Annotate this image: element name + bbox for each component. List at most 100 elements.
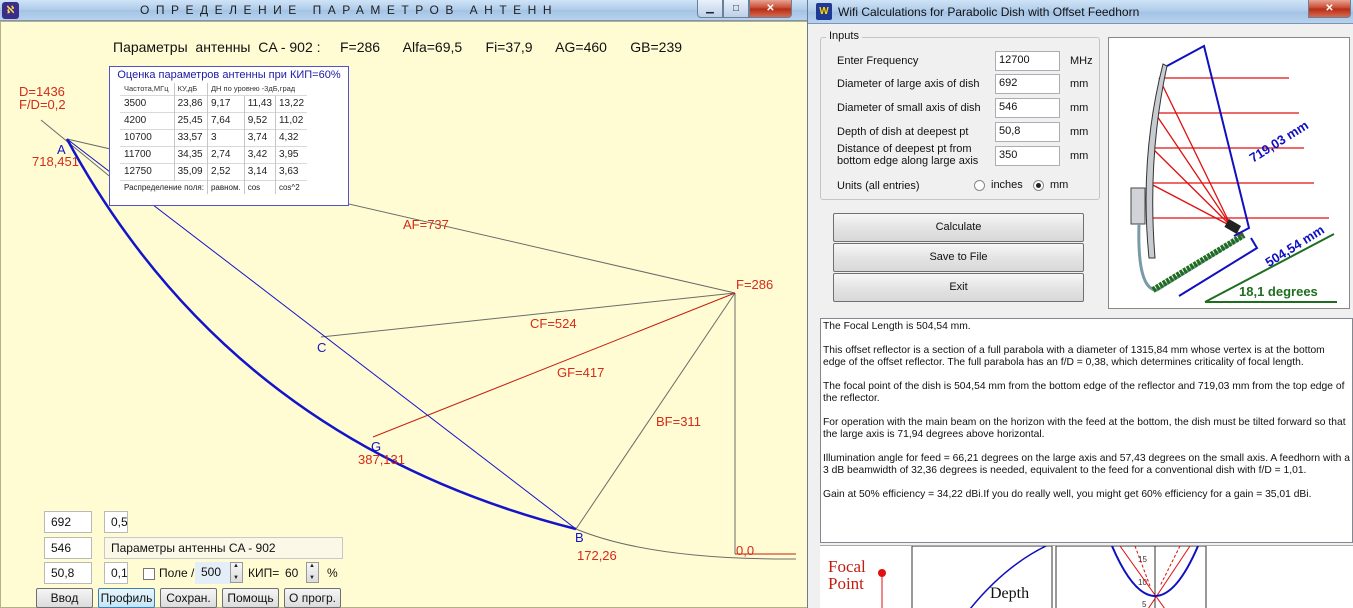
depth-unit: mm: [1070, 126, 1089, 138]
exit-button[interactable]: Exit: [833, 273, 1084, 302]
kip-value[interactable]: 60: [285, 566, 298, 580]
result-paragraph: This offset reflector is a section of a …: [823, 345, 1325, 368]
small-axis-label: Diameter of small axis of dish: [837, 102, 981, 114]
minimize-icon: ▁: [706, 3, 714, 14]
depth-input[interactable]: 50,8: [995, 122, 1060, 142]
step-field[interactable]: 0,1: [104, 562, 128, 584]
gf-label: GF=417: [557, 365, 605, 380]
about-button[interactable]: О прогр.: [284, 588, 341, 608]
bf-label: BF=311: [656, 414, 701, 429]
dn-cell: 3,74: [243, 128, 276, 146]
pole-label: Поле /: [159, 566, 195, 580]
small-axis-input[interactable]: 546: [995, 98, 1060, 118]
save-to-file-button[interactable]: Save to File: [833, 243, 1084, 272]
title-bar[interactable]: W Wifi Calculations for Parabolic Dish w…: [808, 0, 1353, 24]
ray: [1154, 112, 1232, 227]
cf-line: [320, 292, 736, 338]
dn-cell: 9,52: [243, 111, 276, 129]
freq-cell: 12750: [120, 162, 175, 180]
frequency-unit: MHz: [1070, 55, 1093, 67]
kip-label: КИП=: [248, 566, 280, 580]
kip-row: 12750 35,09 2,52 3,14 3,63: [120, 162, 308, 180]
kip-row: 3500 23,86 9,17 11,43 13,22: [120, 94, 308, 112]
fd-label: F/D=0,2: [19, 97, 66, 112]
help-button[interactable]: Помощь: [222, 588, 279, 608]
wifi-dish-icon[interactable]: W: [816, 3, 832, 20]
kip-table: Частота,МГц КУ,дБ ДН по уровню -3дБ,град…: [120, 83, 308, 194]
dn-cell: 3,42: [243, 145, 276, 163]
point-text: Point: [828, 574, 864, 593]
large-axis-input[interactable]: 692: [995, 74, 1060, 94]
ray: [1148, 182, 1232, 227]
ratio-field[interactable]: 0,5: [104, 511, 128, 533]
small-axis-field[interactable]: 546: [44, 537, 92, 559]
dist-value: равном.: [206, 179, 245, 194]
inputs-legend: Inputs: [826, 30, 862, 42]
depth-field[interactable]: 50,8: [44, 562, 92, 584]
close-icon: ✕: [1325, 3, 1334, 14]
top-length-bracket: [1166, 44, 1251, 237]
profile-button[interactable]: Профиль: [98, 588, 155, 608]
af-label: AF=737: [403, 217, 449, 232]
close-button[interactable]: ✕: [749, 0, 792, 18]
bottom-length-text: 504,54 mm: [1262, 222, 1326, 270]
dish-reflector: [1145, 63, 1168, 259]
bf-line: [575, 292, 736, 530]
gain-cell: 35,09: [173, 162, 208, 180]
freq-cell: 4200: [120, 111, 175, 129]
units-inches-radio[interactable]: [974, 180, 985, 191]
kip-spinner[interactable]: [306, 562, 319, 583]
window-title: ОПРЕДЕЛЕНИЕ ПАРАМЕТРОВ АНТЕНН: [139, 3, 559, 17]
focal-depth-graph: Focal Point Depth 15 10 5: [828, 546, 1353, 608]
origin-label: 0,0: [736, 543, 755, 558]
antenna-name-field[interactable]: Параметры антенны CA - 902: [104, 537, 343, 559]
exit-label: Exit: [949, 281, 968, 293]
units-mm-label: mm: [1050, 179, 1069, 191]
point-a-coords: 718,451: [32, 154, 79, 169]
small-axis-unit: mm: [1070, 102, 1089, 114]
tilt-text: 18,1 degrees: [1239, 284, 1318, 299]
depth-graph-box: [911, 546, 1053, 608]
tick-label: 5: [1142, 600, 1147, 608]
pole-checkbox[interactable]: [143, 568, 155, 580]
dn-cell: 4,32: [274, 128, 308, 146]
results-textbox[interactable]: The Focal Length is 504,54 mm. This offs…: [820, 318, 1353, 543]
dn-cell: 11,43: [243, 94, 276, 112]
save-button[interactable]: Сохран.: [160, 588, 217, 608]
tick-label: 15: [1138, 555, 1147, 564]
pole-spinner[interactable]: [230, 562, 243, 583]
large-axis-field[interactable]: 692: [44, 511, 92, 533]
pole-value-field[interactable]: 500: [195, 562, 231, 584]
gain-cell: 33,57: [173, 128, 208, 146]
ray: [1158, 77, 1232, 227]
close-button[interactable]: ✕: [1308, 0, 1351, 18]
maximize-button[interactable]: □: [723, 0, 749, 18]
calculate-button[interactable]: Calculate: [833, 213, 1084, 242]
distance-input[interactable]: 350: [995, 146, 1060, 166]
dn-cell: 3,95: [274, 145, 308, 163]
large-axis-label: Diameter of large axis of dish: [837, 78, 980, 90]
window-title: Wifi Calculations for Parabolic Dish wit…: [838, 5, 1140, 19]
units-mm-radio[interactable]: [1033, 180, 1044, 191]
result-paragraph: For operation with the main beam on the …: [823, 417, 1346, 440]
minimize-button[interactable]: ▁: [697, 0, 723, 18]
distribution-row: Распределение поля: равном. cos cos^2: [120, 179, 308, 194]
point-b-label: B: [575, 530, 584, 545]
calculate-label: Calculate: [935, 221, 982, 233]
focal-depth-graph-strip: Focal Point Depth 15 10 5: [820, 545, 1353, 608]
dist-value: cos^2: [274, 179, 308, 194]
gain-cell: 34,35: [173, 145, 208, 163]
title-bar[interactable]: ℵ ОПРЕДЕЛЕНИЕ ПАРАМЕТРОВ АНТЕНН ▁ □ ✕: [0, 0, 807, 21]
blank-area: [1210, 546, 1353, 608]
dn-cell: 13,22: [274, 94, 308, 112]
dn-cell: 2,74: [206, 145, 245, 163]
reflection-rays: [1148, 77, 1329, 239]
frequency-input[interactable]: 12700: [995, 51, 1060, 71]
percent-sign: %: [327, 566, 338, 580]
profile-canvas: Параметры антенны CA - 902 : F=286 Alfa=…: [0, 21, 807, 608]
dn-cell: 7,64: [206, 111, 245, 129]
units-inches-label: inches: [991, 179, 1023, 191]
wifi-calc-window: W Wifi Calculations for Parabolic Dish w…: [808, 0, 1353, 608]
input-button[interactable]: Ввод: [36, 588, 93, 608]
frequency-label: Enter Frequency: [837, 55, 919, 67]
